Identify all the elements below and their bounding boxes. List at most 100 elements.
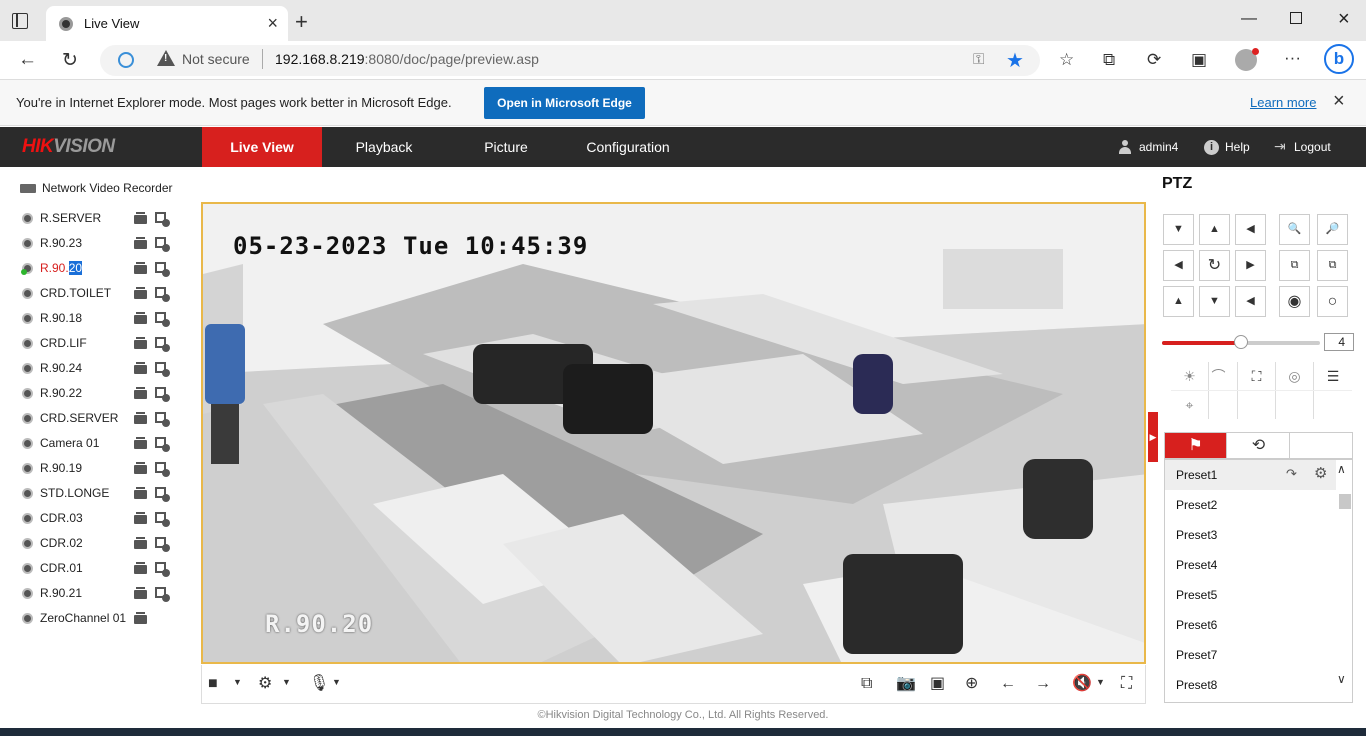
refresh-icon[interactable]: ↻: [62, 49, 78, 72]
auxiliary-focus-icon[interactable]: ⛶: [1238, 362, 1276, 390]
chevron-down-icon[interactable]: ▼: [282, 677, 291, 687]
stream-select-icon[interactable]: [155, 487, 170, 502]
ptz-left-button[interactable]: ◀: [1163, 250, 1194, 281]
stream-select-icon[interactable]: [155, 287, 170, 302]
browser-essentials-icon[interactable]: ⟳: [1147, 50, 1161, 70]
ptz-up-left-button[interactable]: ▼: [1163, 214, 1194, 245]
record-status-icon[interactable]: [134, 312, 147, 324]
more-menu-icon[interactable]: ···: [1284, 48, 1301, 68]
not-secure-label[interactable]: Not secure: [182, 51, 250, 67]
warning-icon[interactable]: [157, 50, 175, 66]
chevron-down-icon[interactable]: ∨: [1337, 672, 1346, 686]
stream-select-icon[interactable]: [155, 337, 170, 352]
chevron-down-icon[interactable]: ▼: [332, 677, 341, 687]
ptz-up-button[interactable]: ▲: [1199, 214, 1230, 245]
stop-all-icon[interactable]: ⧉: [861, 675, 872, 693]
help-link[interactable]: Help: [1225, 140, 1250, 154]
record-status-icon[interactable]: [134, 387, 147, 399]
ptz-menu-icon[interactable]: ☰: [1314, 362, 1352, 390]
preset-item[interactable]: Preset6: [1165, 610, 1336, 640]
window-layout-icon[interactable]: ■: [208, 675, 218, 693]
camera-item[interactable]: CRD.TOILET: [22, 285, 182, 303]
microphone-icon[interactable]: 🎙: [309, 675, 329, 693]
next-page-icon[interactable]: →: [1035, 675, 1051, 693]
stream-select-icon[interactable]: [155, 362, 170, 377]
stream-type-icon[interactable]: ⚙: [258, 675, 272, 693]
record-status-icon[interactable]: [134, 462, 147, 474]
logout-link[interactable]: Logout: [1294, 140, 1331, 154]
focus-far-button[interactable]: ⧉: [1317, 250, 1348, 281]
logout-icon[interactable]: ⇥: [1274, 138, 1286, 155]
record-status-icon[interactable]: [134, 487, 147, 499]
preset-item[interactable]: Preset2: [1165, 490, 1336, 520]
lens-init-icon[interactable]: ◎: [1276, 362, 1314, 390]
tab-close-icon[interactable]: ×: [267, 13, 278, 34]
iris-close-button[interactable]: ◉: [1279, 286, 1310, 317]
favorites-icon[interactable]: ☆: [1059, 50, 1074, 70]
iris-open-button[interactable]: ○: [1317, 286, 1348, 317]
camera-item[interactable]: R.90.22: [22, 385, 182, 403]
help-icon[interactable]: i: [1204, 140, 1219, 155]
record-status-icon[interactable]: [134, 262, 147, 274]
camera-item[interactable]: R.90.18: [22, 310, 182, 328]
previous-page-icon[interactable]: ←: [1000, 675, 1016, 693]
ptz-up-right-button[interactable]: ◀: [1235, 214, 1266, 245]
key-icon[interactable]: ⚿: [973, 51, 984, 68]
preset-item[interactable]: Preset1 ↷ ⚙: [1165, 460, 1336, 490]
zoom-in-button[interactable]: 🔎: [1317, 214, 1348, 245]
record-icon[interactable]: ▣: [930, 675, 945, 693]
record-status-icon[interactable]: [134, 437, 147, 449]
stream-select-icon[interactable]: [155, 587, 170, 602]
minimize-icon[interactable]: —: [1241, 10, 1257, 28]
record-status-icon[interactable]: [134, 412, 147, 424]
camera-item[interactable]: STD.LONGE: [22, 485, 182, 503]
back-icon[interactable]: ←: [18, 49, 37, 71]
profile-avatar[interactable]: [1235, 48, 1259, 71]
ptz-down-button[interactable]: ▼: [1199, 286, 1230, 317]
preset-scrollbar[interactable]: [1339, 494, 1351, 509]
camera-item[interactable]: R.90.24: [22, 360, 182, 378]
camera-item[interactable]: CDR.02: [22, 535, 182, 553]
username[interactable]: admin4: [1139, 140, 1178, 154]
browser-tab[interactable]: Live View ×: [46, 6, 288, 41]
tab-actions-icon[interactable]: [12, 13, 28, 29]
preset-item[interactable]: Preset7: [1165, 640, 1336, 670]
camera-item[interactable]: R.90.21: [22, 585, 182, 603]
tab-configuration[interactable]: Configuration: [568, 127, 688, 167]
stream-select-icon[interactable]: [155, 462, 170, 477]
ptz-down-right-button[interactable]: ◀: [1235, 286, 1266, 317]
ptz-right-button[interactable]: ▶: [1235, 250, 1266, 281]
stream-select-icon[interactable]: [155, 512, 170, 527]
patrol-tab[interactable]: ⟲: [1228, 433, 1290, 458]
record-status-icon[interactable]: [134, 212, 147, 224]
snapshot-camera-icon[interactable]: 📷: [896, 675, 916, 693]
stream-select-icon[interactable]: [155, 212, 170, 227]
speed-slider-handle[interactable]: [1234, 335, 1248, 349]
preset-item[interactable]: Preset3: [1165, 520, 1336, 550]
wiper-icon[interactable]: ⌒: [1200, 362, 1238, 390]
camera-item[interactable]: CDR.01: [22, 560, 182, 578]
live-video-window[interactable]: 05-23-2023 Tue 10:45:39 R.90.20: [201, 202, 1146, 664]
record-status-icon[interactable]: [134, 512, 147, 524]
ie-mode-icon[interactable]: [118, 52, 134, 68]
bing-copilot-icon[interactable]: b: [1324, 44, 1354, 74]
camera-item[interactable]: ZeroChannel 01: [22, 610, 182, 628]
record-status-icon[interactable]: [134, 237, 147, 249]
camera-item[interactable]: Camera 01: [22, 435, 182, 453]
camera-item[interactable]: CRD.LIF: [22, 335, 182, 353]
new-tab-icon[interactable]: +: [295, 9, 308, 35]
camera-item[interactable]: R.SERVER: [22, 210, 182, 228]
digital-zoom-icon[interactable]: ⊕: [965, 675, 978, 693]
reading-view-icon[interactable]: ▣: [1191, 50, 1207, 70]
stream-select-icon[interactable]: [155, 562, 170, 577]
fullscreen-icon[interactable]: ⛶: [1121, 675, 1132, 693]
stream-select-icon[interactable]: [155, 537, 170, 552]
stream-select-icon[interactable]: [155, 412, 170, 427]
camera-item[interactable]: R.90.23: [22, 235, 182, 253]
tab-live-view[interactable]: Live View: [202, 127, 322, 167]
panel-collapse-toggle[interactable]: ▶: [1148, 412, 1158, 462]
record-status-icon[interactable]: [134, 287, 147, 299]
ptz-down-left-button[interactable]: ▲: [1163, 286, 1194, 317]
record-status-icon[interactable]: [134, 362, 147, 374]
window-close-icon[interactable]: ×: [1338, 8, 1350, 31]
